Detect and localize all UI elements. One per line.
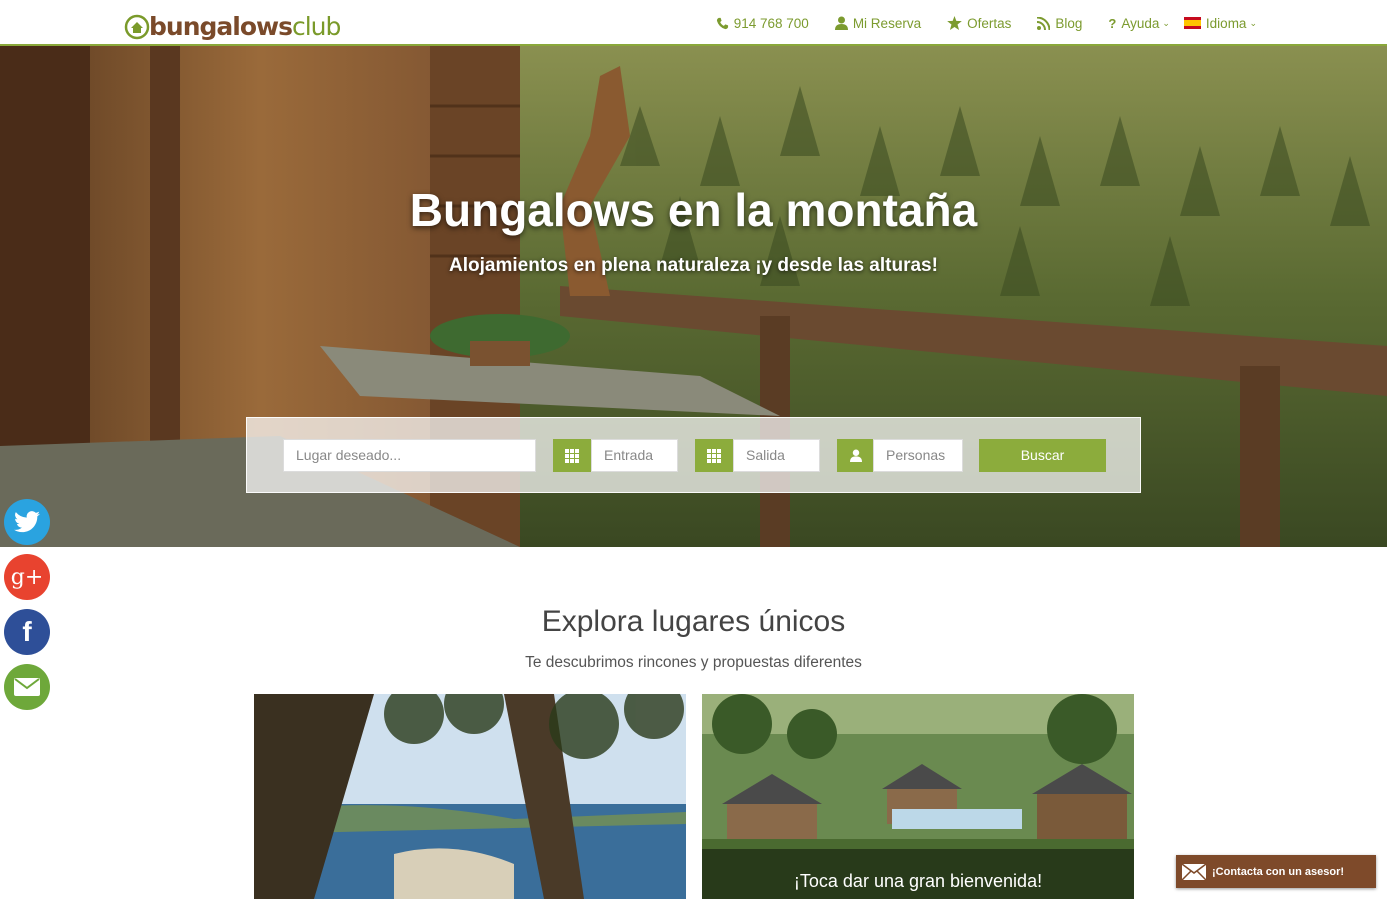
nav-blog-label: Blog bbox=[1055, 15, 1083, 31]
search-form: Lugar deseado... Entrada Salida Personas… bbox=[246, 417, 1141, 493]
nav-mi-reserva-label: Mi Reserva bbox=[852, 15, 922, 31]
explore-subtitle: Te descubrimos rincones y propuestas dif… bbox=[525, 654, 862, 671]
user-icon bbox=[834, 16, 848, 30]
spain-flag-icon bbox=[1183, 17, 1201, 29]
google-plus-share-button[interactable]: g+ bbox=[4, 554, 50, 600]
nav-phone[interactable]: 914 768 700 bbox=[716, 16, 809, 31]
nav-phone-label: 914 768 700 bbox=[733, 15, 809, 31]
people-button[interactable] bbox=[837, 439, 875, 472]
checkout-calendar-button[interactable] bbox=[695, 439, 733, 472]
nav-idioma[interactable]: Idioma ⌄ bbox=[1183, 15, 1257, 31]
google-plus-icon: g+ bbox=[10, 564, 44, 590]
explore-card-bungalows[interactable]: ¡Toca dar una gran bienvenida! bbox=[702, 694, 1134, 899]
nav-ayuda-label: Ayuda bbox=[1121, 15, 1160, 31]
checkin-calendar-button[interactable] bbox=[553, 439, 591, 472]
chevron-down-icon: ⌄ bbox=[1249, 17, 1257, 28]
email-icon bbox=[14, 678, 40, 696]
contact-advisor-button[interactable]: ¡Contacta con un asesor! bbox=[1176, 855, 1376, 888]
calendar-grid-icon bbox=[565, 448, 579, 463]
twitter-share-button[interactable] bbox=[4, 499, 50, 545]
top-nav: 914 768 700 Mi Reserva Ofertas Blog ? Ay… bbox=[690, 0, 1257, 46]
twitter-icon bbox=[14, 511, 40, 533]
explore-title: Explora lugares únicos bbox=[541, 605, 846, 638]
logo[interactable]: bungalowsclub bbox=[123, 4, 341, 42]
user-icon bbox=[850, 449, 862, 462]
nav-ofertas[interactable]: Ofertas bbox=[947, 16, 1011, 31]
star-icon bbox=[947, 16, 962, 30]
hero-subtitle: Alojamientos en plena naturaleza ¡y desd… bbox=[449, 255, 938, 276]
nav-ofertas-label: Ofertas bbox=[967, 15, 1012, 31]
card-caption: ¡Toca dar una gran bienvenida! bbox=[702, 849, 1134, 899]
question-icon: ? bbox=[1108, 15, 1117, 31]
phone-icon bbox=[716, 17, 728, 29]
beach-photo bbox=[254, 694, 686, 899]
nav-mi-reserva[interactable]: Mi Reserva bbox=[834, 15, 922, 31]
explore-card-beach[interactable] bbox=[254, 694, 686, 899]
chevron-down-icon: ⌄ bbox=[1162, 17, 1170, 28]
logo-house-icon bbox=[123, 14, 151, 42]
nav-idioma-label: Idioma bbox=[1205, 15, 1247, 31]
checkin-input[interactable]: Entrada bbox=[591, 439, 678, 472]
place-input[interactable]: Lugar deseado... bbox=[283, 439, 536, 472]
contact-advisor-label: ¡Contacta con un asesor! bbox=[1212, 865, 1345, 878]
calendar-grid-icon bbox=[707, 448, 721, 463]
logo-text-light: club bbox=[291, 12, 341, 41]
nav-ayuda[interactable]: ? Ayuda ⌄ bbox=[1108, 16, 1170, 31]
logo-text-bold: bungalows bbox=[149, 12, 293, 41]
site-header: bungalowsclub 914 768 700 Mi Reserva Ofe… bbox=[0, 0, 1387, 46]
rss-icon bbox=[1037, 16, 1051, 30]
envelope-icon bbox=[1182, 863, 1206, 880]
hero-title: Bungalows en la montaña bbox=[409, 184, 978, 236]
people-input[interactable]: Personas bbox=[873, 439, 963, 472]
hero-banner: Bungalows en la montaña Alojamientos en … bbox=[0, 46, 1387, 547]
nav-blog[interactable]: Blog bbox=[1037, 16, 1082, 31]
checkout-input[interactable]: Salida bbox=[733, 439, 820, 472]
search-button[interactable]: Buscar bbox=[979, 439, 1106, 472]
